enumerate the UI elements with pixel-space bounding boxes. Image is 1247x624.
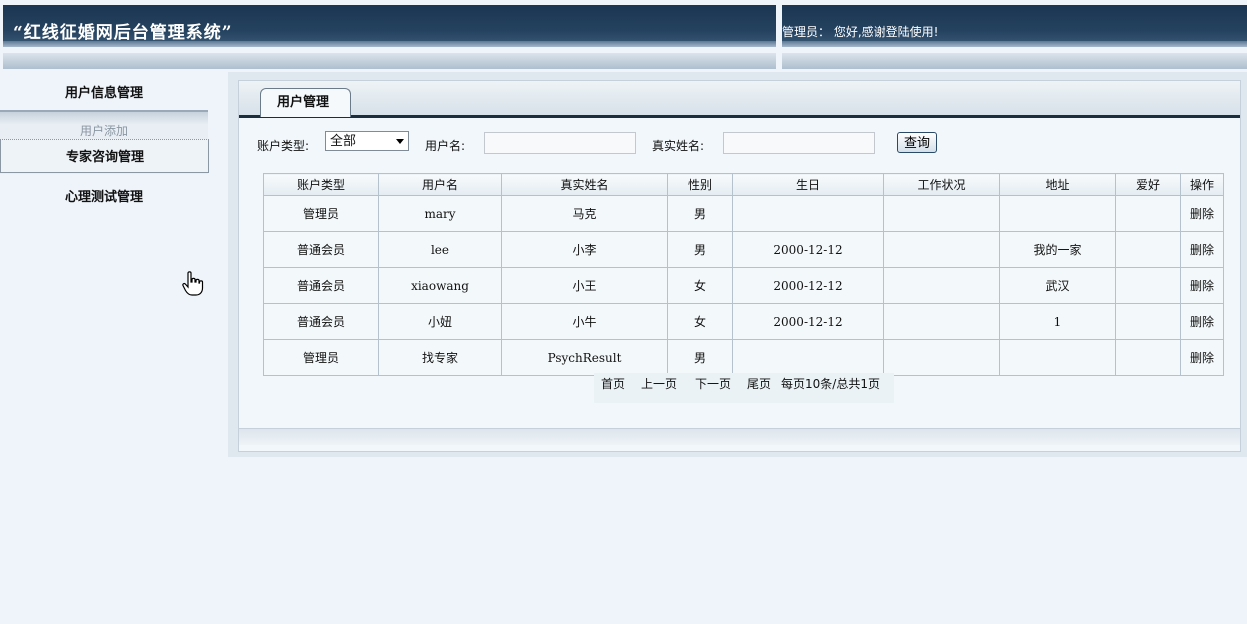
sidebar-item-user-info[interactable]: 用户信息管理 xyxy=(0,82,208,101)
col-work-status: 工作状况 xyxy=(883,173,1000,196)
delete-link[interactable]: 删除 xyxy=(1180,267,1224,304)
pager-first-link[interactable]: 首页 xyxy=(601,375,625,392)
cell-birthday xyxy=(732,195,884,232)
cell-address xyxy=(999,339,1116,376)
cell-hobby xyxy=(1115,267,1181,304)
cell-birthday: 2000-12-12 xyxy=(732,267,884,304)
col-realname: 真实姓名 xyxy=(501,173,668,196)
delete-link[interactable]: 删除 xyxy=(1180,339,1224,376)
cell-username: mary xyxy=(378,195,502,232)
cell-username: 找专家 xyxy=(378,339,502,376)
col-birthday: 生日 xyxy=(732,173,884,196)
query-button[interactable]: 查询 xyxy=(897,132,937,153)
filter-bar: 账户类型: 全部 用户名: 真实姓名: 查询 xyxy=(257,131,1237,155)
tab-user-management[interactable]: 用户管理 xyxy=(260,88,351,117)
table-row: 普通会员 小妞 小牛 女 2000-12-12 1 删除 xyxy=(263,303,1224,340)
cell-work-status xyxy=(883,231,1000,268)
cell-username: lee xyxy=(378,231,502,268)
cell-realname: 小牛 xyxy=(501,303,668,340)
content-panel: 用户管理 账户类型: 全部 用户名: 真实姓名: 查询 账户类型 用户名 真实姓… xyxy=(238,80,1241,452)
welcome-text: 管理员： 您好,感谢登陆使用! xyxy=(782,25,939,39)
cell-work-status xyxy=(883,339,1000,376)
chevron-down-icon xyxy=(396,139,404,144)
pagination: 首页 上一页 下一页 尾页 每页10条/总共1页 xyxy=(594,373,894,403)
account-type-value: 全部 xyxy=(330,134,357,149)
user-table: 账户类型 用户名 真实姓名 性别 生日 工作状况 地址 爱好 操作 管理员 ma… xyxy=(263,173,1224,376)
cell-hobby xyxy=(1115,303,1181,340)
main-area: 用户管理 账户类型: 全部 用户名: 真实姓名: 查询 账户类型 用户名 真实姓… xyxy=(228,72,1247,457)
header-subbar-left xyxy=(3,53,776,69)
table-row: 管理员 mary 马克 男 删除 xyxy=(263,195,1224,232)
cell-realname: 马克 xyxy=(501,195,668,232)
table-header-row: 账户类型 用户名 真实姓名 性别 生日 工作状况 地址 爱好 操作 xyxy=(263,173,1224,196)
table-row: 管理员 找专家 PsychResult 男 删除 xyxy=(263,339,1224,376)
cell-gender: 男 xyxy=(667,195,733,232)
cell-account-type: 普通会员 xyxy=(263,303,379,340)
cell-work-status xyxy=(883,195,1000,232)
username-input[interactable] xyxy=(484,132,636,154)
cell-gender: 男 xyxy=(667,339,733,376)
col-gender: 性别 xyxy=(667,173,733,196)
sidebar-item-user-add[interactable]: 用户添加 xyxy=(0,122,208,139)
tab-strip: 用户管理 xyxy=(239,81,1240,118)
cell-address: 武汉 xyxy=(999,267,1116,304)
cell-address xyxy=(999,195,1116,232)
cell-username: xiaowang xyxy=(378,267,502,304)
pager-last-link[interactable]: 尾页 xyxy=(747,375,771,392)
col-action: 操作 xyxy=(1180,173,1224,196)
cell-username: 小妞 xyxy=(378,303,502,340)
cell-hobby xyxy=(1115,231,1181,268)
sidebar-item-psych-test[interactable]: 心理测试管理 xyxy=(0,186,208,205)
delete-link[interactable]: 删除 xyxy=(1180,231,1224,268)
cell-hobby xyxy=(1115,195,1181,232)
cell-birthday: 2000-12-12 xyxy=(732,231,884,268)
realname-label: 真实姓名: xyxy=(652,139,705,153)
col-username: 用户名 xyxy=(378,173,502,196)
realname-input[interactable] xyxy=(723,132,875,154)
account-type-select[interactable]: 全部 xyxy=(325,131,409,151)
cell-gender: 女 xyxy=(667,303,733,340)
pager-next-link[interactable]: 下一页 xyxy=(695,375,731,392)
col-account-type: 账户类型 xyxy=(263,173,379,196)
cell-realname: 小李 xyxy=(501,231,668,268)
cell-work-status xyxy=(883,267,1000,304)
col-address: 地址 xyxy=(999,173,1116,196)
username-label: 用户名: xyxy=(425,139,466,153)
sidebar-submenu: 用户添加 专家咨询管理 xyxy=(0,110,209,174)
pager-prev-link[interactable]: 上一页 xyxy=(641,375,677,392)
col-hobby: 爱好 xyxy=(1115,173,1181,196)
cell-birthday: 2000-12-12 xyxy=(732,303,884,340)
cell-work-status xyxy=(883,303,1000,340)
cell-account-type: 管理员 xyxy=(263,339,379,376)
table-row: 普通会员 xiaowang 小王 女 2000-12-12 武汉 删除 xyxy=(263,267,1224,304)
cell-realname: PsychResult xyxy=(501,339,668,376)
panel-footer xyxy=(239,428,1240,445)
header-right-bar: 管理员： 您好,感谢登陆使用! xyxy=(782,5,1247,47)
cell-address: 我的一家 xyxy=(999,231,1116,268)
sidebar-item-expert-consult[interactable]: 专家咨询管理 xyxy=(1,146,209,165)
table-row: 普通会员 lee 小李 男 2000-12-12 我的一家 删除 xyxy=(263,231,1224,268)
cell-address: 1 xyxy=(999,303,1116,340)
sidebar: 用户信息管理 用户添加 专家咨询管理 心理测试管理 xyxy=(0,72,225,624)
account-type-label: 账户类型: xyxy=(257,139,310,153)
delete-link[interactable]: 删除 xyxy=(1180,195,1224,232)
sidebar-item-expert-box[interactable]: 专家咨询管理 xyxy=(0,139,209,173)
pager-summary: 每页10条/总共1页 xyxy=(781,377,880,391)
cell-account-type: 普通会员 xyxy=(263,231,379,268)
cell-gender: 女 xyxy=(667,267,733,304)
delete-link[interactable]: 删除 xyxy=(1180,303,1224,340)
header-left-bar: “红线征婚网后台管理系统” xyxy=(3,5,776,47)
header-subbar-right xyxy=(782,53,1247,69)
hand-pointer-icon xyxy=(182,271,204,300)
cell-account-type: 管理员 xyxy=(263,195,379,232)
cell-gender: 男 xyxy=(667,231,733,268)
cell-hobby xyxy=(1115,339,1181,376)
app-title: “红线征婚网后台管理系统” xyxy=(13,23,233,43)
cell-account-type: 普通会员 xyxy=(263,267,379,304)
cell-birthday xyxy=(732,339,884,376)
cell-realname: 小王 xyxy=(501,267,668,304)
